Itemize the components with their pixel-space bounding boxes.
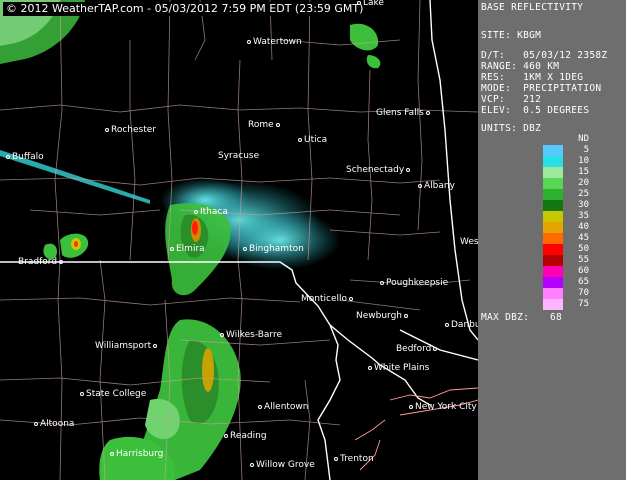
city-ithaca: Ithaca — [192, 207, 228, 218]
city-elmira: Elmira — [168, 244, 205, 255]
legend-swatch — [543, 145, 563, 156]
datetime-line: D/T: 05/03/12 2358Z — [481, 50, 608, 61]
city-bradford: Bradford — [18, 257, 65, 268]
resolution-line: RES: 1KM X 1DEG — [481, 72, 584, 83]
city-new-york-city: New York City — [407, 402, 477, 413]
city-watertown: Watertown — [245, 37, 302, 48]
city-buffalo: Buffalo — [4, 152, 44, 163]
legend-label: 25 — [578, 189, 589, 199]
legend-swatch — [543, 134, 563, 145]
radar-map[interactable]: © 2012 WeatherTAP.com - 05/03/2012 7:59 … — [0, 0, 478, 480]
legend-swatch — [543, 211, 563, 222]
legend-row: 25 — [537, 189, 591, 200]
legend-label: 35 — [578, 211, 589, 221]
legend-swatch — [543, 156, 563, 167]
legend-row: 15 — [537, 167, 591, 178]
city-state-college: State College — [78, 389, 146, 400]
vcp-line: VCP: 212 — [481, 94, 542, 105]
legend-row: 30 — [537, 200, 591, 211]
legend-swatch — [543, 189, 563, 200]
legend-label: 15 — [578, 167, 589, 177]
legend-row: ND — [537, 134, 591, 145]
legend-row: 20 — [537, 178, 591, 189]
info-panel: BASE REFLECTIVITY SITE: KBGM D/T: 05/03/… — [478, 0, 626, 480]
legend-label: 50 — [578, 244, 589, 254]
legend-label: 70 — [578, 288, 589, 298]
legend-row: 55 — [537, 255, 591, 266]
city-harrisburg: Harrisburg — [108, 449, 163, 460]
legend-label: 65 — [578, 277, 589, 287]
city-schenectady: Schenectady — [346, 165, 412, 176]
city-reading: Reading — [222, 431, 267, 442]
legend-label: 40 — [578, 222, 589, 232]
legend-label: ND — [578, 134, 589, 144]
city-bedford: Bedford — [396, 344, 439, 355]
legend-swatch — [543, 299, 563, 310]
city-wes: Wes — [460, 237, 478, 247]
legend-swatch — [543, 277, 563, 288]
legend-label: 5 — [583, 145, 589, 155]
legend-swatch — [543, 167, 563, 178]
legend-swatch — [543, 244, 563, 255]
legend-swatch — [543, 266, 563, 277]
elevation-line: ELEV: 0.5 DEGREES — [481, 105, 590, 116]
legend-label: 20 — [578, 178, 589, 188]
legend-swatch — [543, 255, 563, 266]
units-line: UNITS: DBZ — [481, 123, 542, 134]
legend-label: 75 — [578, 299, 589, 309]
city-utica: Utica — [296, 135, 327, 146]
mode-line: MODE: PRECIPITATION — [481, 83, 602, 94]
legend-label: 30 — [578, 200, 589, 210]
city-albany: Albany — [416, 181, 455, 192]
city-willow-grove: Willow Grove — [248, 460, 315, 471]
legend-row: 75 — [537, 299, 591, 310]
city-allentown: Allentown — [256, 402, 309, 413]
range-line: RANGE: 460 KM — [481, 61, 560, 72]
max-dbz-label: MAX DBZ: — [481, 312, 530, 323]
site-line: SITE: KBGM — [481, 30, 542, 41]
legend-swatch — [543, 200, 563, 211]
legend-row: 70 — [537, 288, 591, 299]
timestamp-banner: © 2012 WeatherTAP.com - 05/03/2012 7:59 … — [3, 2, 367, 16]
legend-swatch — [543, 233, 563, 244]
legend-row: 60 — [537, 266, 591, 277]
legend-row: 65 — [537, 277, 591, 288]
color-legend: ND 5 10 15 20 25 30 35 40 45 50 55 60 65 70 75 — [537, 134, 591, 310]
product-title: BASE REFLECTIVITY — [481, 2, 584, 13]
legend-swatch — [543, 288, 563, 299]
legend-row: 10 — [537, 156, 591, 167]
city-rome: Rome — [248, 120, 282, 131]
legend-label: 10 — [578, 156, 589, 166]
legend-row: 5 — [537, 145, 591, 156]
city-wilkes-barre: Wilkes-Barre — [218, 330, 282, 341]
city-danbu: Danbu — [443, 320, 478, 331]
city-rochester: Rochester — [103, 125, 156, 136]
legend-row: 45 — [537, 233, 591, 244]
legend-swatch — [543, 222, 563, 233]
legend-swatch — [543, 178, 563, 189]
radar-echoes — [0, 0, 381, 480]
legend-row: 35 — [537, 211, 591, 222]
city-williamsport: Williamsport — [95, 341, 159, 352]
city-monticello: Monticello — [301, 294, 355, 305]
city-syracuse: Syracuse — [218, 151, 260, 161]
legend-label: 60 — [578, 266, 589, 276]
city-binghamton: Binghamton — [241, 244, 304, 255]
city-altoona: Altoona — [32, 419, 74, 430]
legend-row: 40 — [537, 222, 591, 233]
city-lake: Lake — [355, 0, 384, 9]
max-dbz-value: 68 — [550, 312, 563, 323]
city-glens-falls: Glens Falls — [376, 108, 432, 119]
city-white-plains: White Plains — [366, 363, 429, 374]
legend-label: 45 — [578, 233, 589, 243]
legend-row: 50 — [537, 244, 591, 255]
radar-viewer: © 2012 WeatherTAP.com - 05/03/2012 7:59 … — [0, 0, 626, 480]
city-trenton: Trenton — [332, 454, 374, 465]
city-poughkeepsie: Poughkeepsie — [378, 278, 448, 289]
legend-label: 55 — [578, 255, 589, 265]
city-newburgh: Newburgh — [356, 311, 410, 322]
